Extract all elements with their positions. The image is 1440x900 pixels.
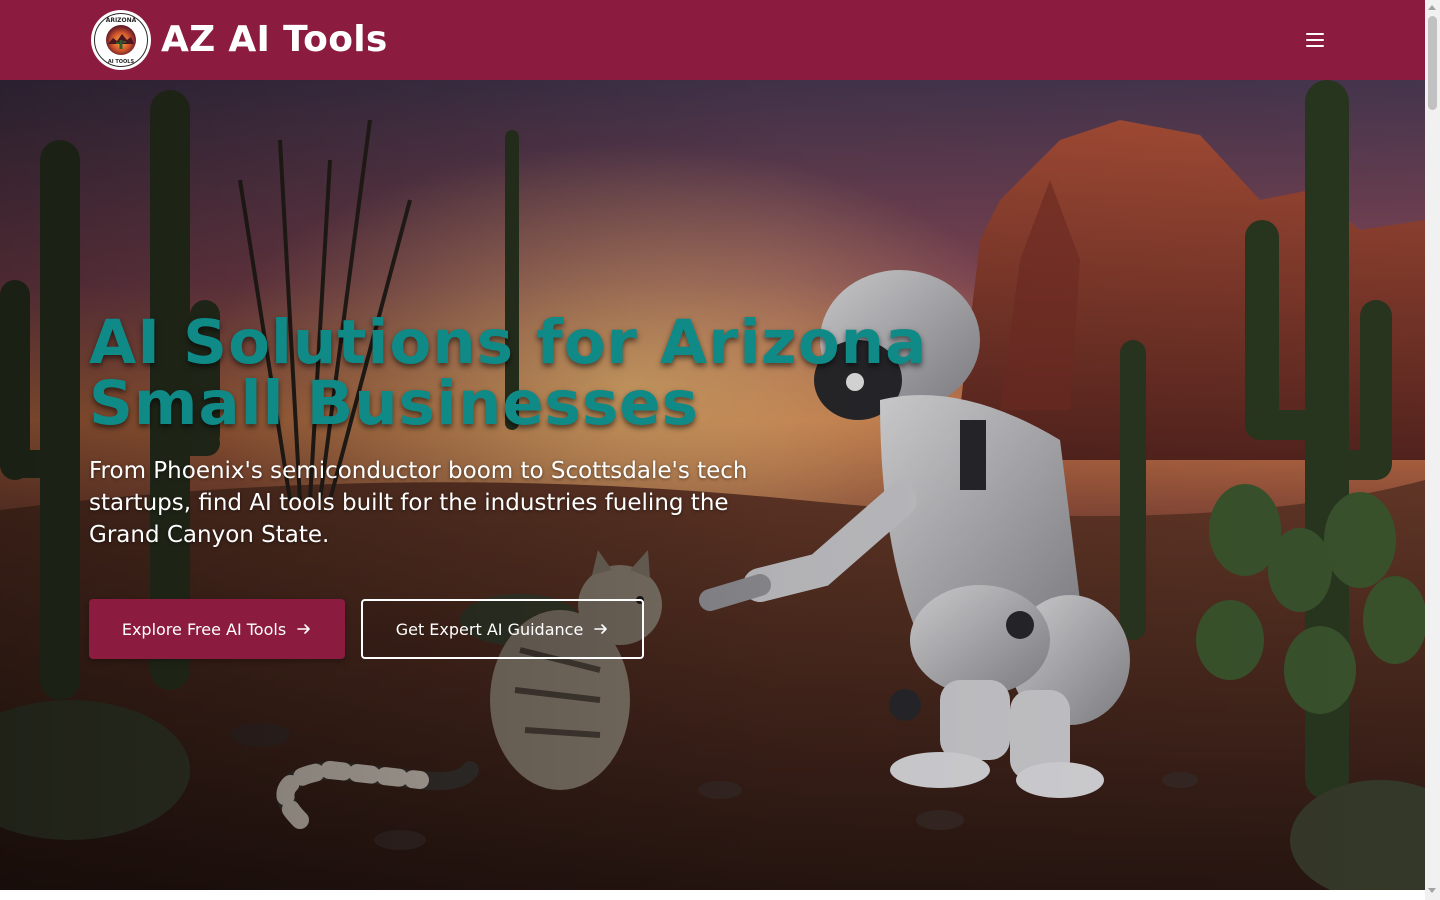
scrollbar-thumb[interactable]	[1428, 16, 1437, 110]
hero-title: AI Solutions for Arizona Small Businesse…	[89, 312, 989, 434]
scroll-down-arrow-icon[interactable]	[1428, 888, 1436, 893]
hero-title-line-2: Small Businesses	[89, 368, 699, 439]
scroll-up-arrow-icon[interactable]	[1428, 5, 1436, 10]
arrow-right-icon	[297, 624, 310, 634]
page-scrollbar[interactable]	[1425, 0, 1440, 900]
hero-title-line-1: AI Solutions for Arizona	[89, 307, 928, 378]
menu-bar	[1306, 45, 1324, 47]
hamburger-menu-icon[interactable]	[1300, 26, 1330, 54]
get-expert-ai-guidance-button[interactable]: Get Expert AI Guidance	[361, 599, 644, 659]
menu-bar	[1306, 39, 1324, 41]
logo-graphic: ARIZONA AI TOOLS	[92, 11, 150, 69]
page-content-edge	[0, 890, 1425, 900]
arrow-right-icon	[594, 624, 608, 634]
brand-name[interactable]: AZ AI Tools	[161, 18, 388, 62]
hero-section: AI Solutions for Arizona Small Businesse…	[0, 80, 1425, 890]
hero-subtitle: From Phoenix's semiconductor boom to Sco…	[89, 458, 748, 548]
svg-text:ARIZONA: ARIZONA	[106, 17, 137, 24]
menu-bar	[1306, 33, 1324, 35]
site-header: ARIZONA AI TOOLS AZ AI Tools	[0, 0, 1425, 80]
explore-free-ai-tools-button[interactable]: Explore Free AI Tools	[89, 599, 345, 659]
arizona-ai-tools-logo-icon[interactable]: ARIZONA AI TOOLS	[91, 10, 151, 70]
explore-free-ai-tools-label: Explore Free AI Tools	[121, 619, 287, 639]
svg-text:AI TOOLS: AI TOOLS	[108, 59, 135, 65]
get-expert-ai-guidance-label: Get Expert AI Guidance	[395, 619, 584, 639]
